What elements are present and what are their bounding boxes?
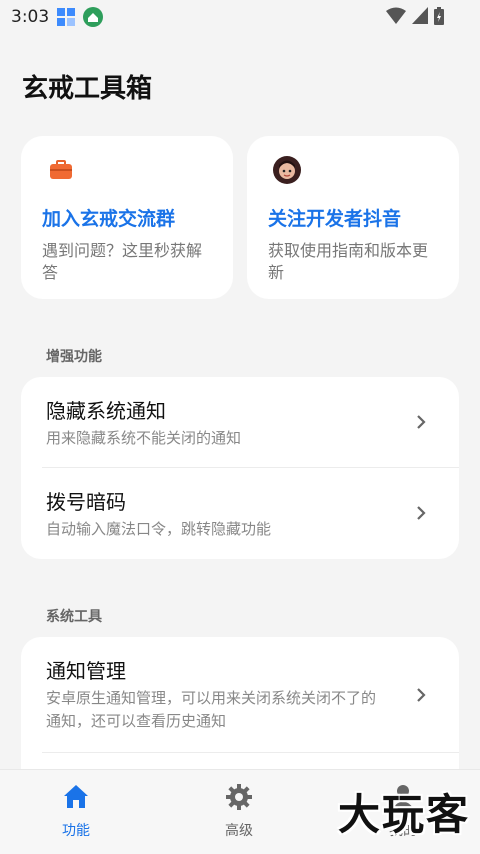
- enhance-group: 隐藏系统通知 用来隐藏系统不能关闭的通知 拨号暗码 自动输入魔法口令，跳转隐藏功…: [21, 377, 459, 559]
- divider: [42, 752, 459, 753]
- list-item-hide-notification[interactable]: 隐藏系统通知 用来隐藏系统不能关闭的通知: [21, 377, 459, 467]
- nav-label: 高级: [225, 823, 253, 839]
- section-label-tools: 系统工具: [46, 609, 102, 625]
- row-title: 拨号暗码: [46, 490, 126, 514]
- gear-icon: [226, 784, 252, 810]
- chevron-right-icon: [417, 415, 426, 429]
- card-desc: 遇到问题？这里秒获解答: [42, 241, 203, 282]
- row-title: 隐藏系统通知: [46, 399, 166, 423]
- page-title: 玄戒工具箱: [22, 74, 153, 104]
- list-item-dial-code[interactable]: 拨号暗码 自动输入魔法口令，跳转隐藏功能: [21, 468, 459, 559]
- join-group-card[interactable]: 加入玄戒交流群 遇到问题？这里秒获解答: [21, 136, 233, 299]
- status-bar: 3:03: [0, 0, 480, 34]
- row-desc: 安卓原生通知管理，可以用来关闭系统关闭不了的通知，还可以查看历史通知: [46, 689, 377, 730]
- grid-app-icon: [57, 8, 76, 26]
- chevron-right-icon: [417, 506, 426, 520]
- row-desc: 自动输入魔法口令，跳转隐藏功能: [46, 520, 272, 538]
- follow-developer-card[interactable]: 关注开发者抖音 获取使用指南和版本更新: [247, 136, 459, 299]
- watermark-logo: 大玩客: [337, 790, 470, 839]
- status-time: 3:03: [11, 7, 50, 27]
- home-notification-icon: [83, 7, 104, 27]
- section-label-enhance: 增强功能: [46, 349, 102, 365]
- nav-label: 功能: [62, 823, 90, 839]
- nav-item-advanced[interactable]: 高级: [199, 782, 279, 840]
- row-desc: 用来隐藏系统不能关闭的通知: [46, 429, 242, 447]
- briefcase-icon: [50, 160, 72, 179]
- card-desc: 获取使用指南和版本更新: [268, 241, 429, 282]
- developer-avatar: [273, 156, 301, 184]
- home-icon: [64, 785, 88, 808]
- list-item-notification-manage[interactable]: 通知管理 安卓原生通知管理，可以用来关闭系统关闭不了的通知，还可以查看历史通知: [21, 637, 459, 752]
- card-title: 关注开发者抖音: [268, 208, 402, 230]
- nav-item-features[interactable]: 功能: [36, 782, 116, 840]
- card-title: 加入玄戒交流群: [42, 208, 176, 230]
- battery-icon: [434, 7, 444, 25]
- wifi-icon: [386, 7, 406, 24]
- chevron-right-icon: [417, 688, 426, 702]
- signal-icon: [412, 7, 428, 24]
- tools-group: 通知管理 安卓原生通知管理，可以用来关闭系统关闭不了的通知，还可以查看历史通知: [21, 637, 459, 777]
- row-title: 通知管理: [46, 659, 126, 683]
